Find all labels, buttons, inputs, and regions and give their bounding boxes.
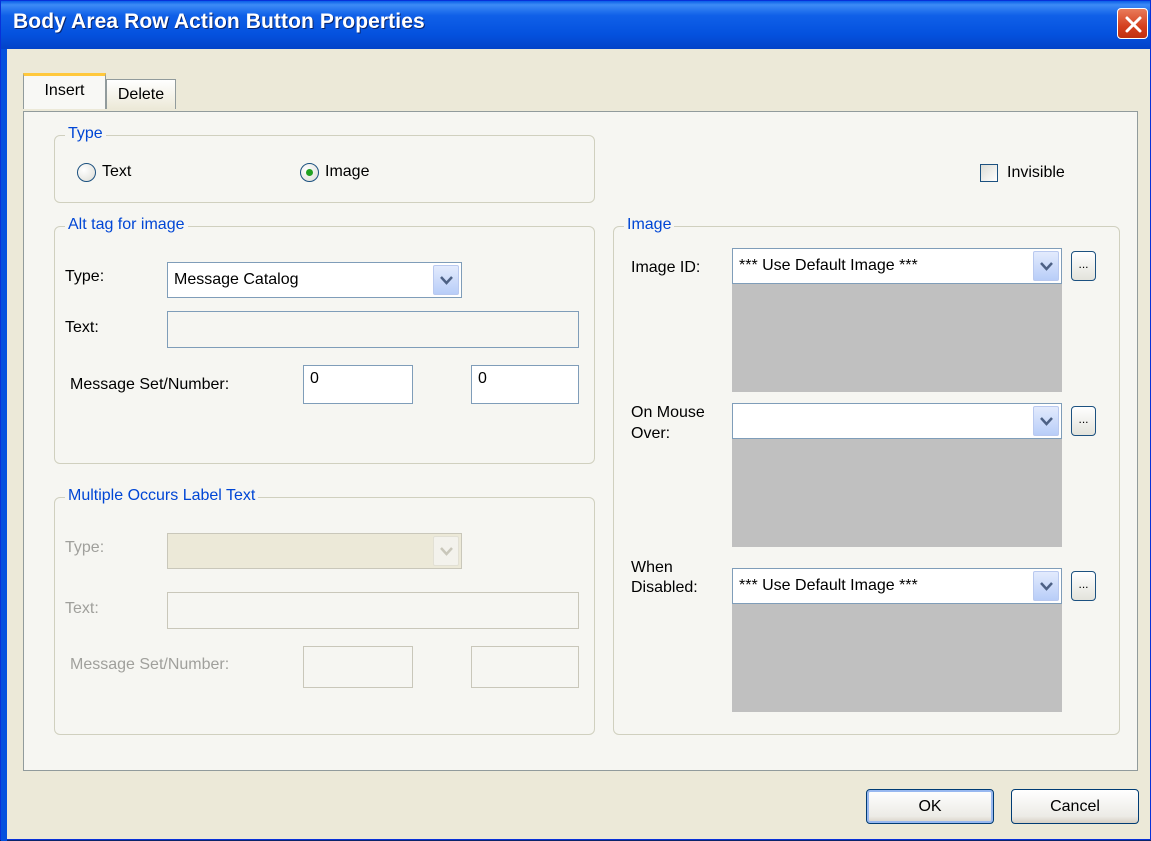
disabled-image-select[interactable]: *** Use Default Image *** [732, 568, 1062, 604]
disabled-image-browse-button[interactable]: ... [1071, 571, 1096, 601]
alt-tag-legend: Alt tag for image [65, 216, 188, 234]
invisible-label: Invisible [1007, 164, 1065, 181]
mouse-over-label-line2: Over: [631, 425, 671, 442]
title-bar[interactable]: Body Area Row Action Button Properties [1, 1, 1150, 49]
disabled-image-dropdown-button[interactable] [1033, 571, 1059, 601]
type-group: Type Text Image [54, 125, 595, 203]
image-group: Image Image ID: *** Use Default Image **… [613, 216, 1120, 735]
alt-message-set-input[interactable]: 0 [303, 365, 413, 404]
window-border [1, 49, 7, 841]
alt-type-value: Message Catalog [174, 271, 299, 288]
mo-text-input[interactable] [167, 592, 579, 629]
multiple-occurs-group: Multiple Occurs Label Text Type: Text: M… [54, 487, 595, 735]
image-id-browse-button[interactable]: ... [1071, 251, 1096, 281]
disabled-image-value: *** Use Default Image *** [739, 577, 918, 594]
ok-button[interactable]: OK [866, 789, 994, 824]
tab-insert[interactable]: Insert [23, 73, 106, 109]
mo-type-dropdown-button[interactable] [433, 536, 459, 566]
close-icon [1125, 16, 1142, 33]
chevron-down-icon [440, 276, 453, 285]
mouse-over-select[interactable] [732, 403, 1062, 439]
type-group-legend: Type [65, 125, 106, 143]
alt-message-label: Message Set/Number: [70, 376, 230, 393]
disabled-label-line1: When [631, 559, 673, 576]
image-id-label: Image ID: [631, 259, 701, 276]
disabled-label-line2: Disabled: [631, 579, 698, 596]
close-button[interactable] [1117, 8, 1148, 39]
mouse-over-label-line1: On Mouse [631, 404, 705, 421]
alt-message-number-input[interactable]: 0 [471, 365, 579, 404]
mo-type-select[interactable] [167, 533, 462, 569]
cancel-button[interactable]: Cancel [1011, 789, 1139, 824]
image-id-select[interactable]: *** Use Default Image *** [732, 248, 1062, 284]
image-id-preview [732, 284, 1062, 392]
mo-message-set-input[interactable] [303, 646, 413, 688]
mouse-over-dropdown-button[interactable] [1033, 406, 1059, 436]
alt-type-select[interactable]: Message Catalog [167, 262, 462, 298]
chevron-down-icon [1040, 582, 1053, 591]
image-id-value: *** Use Default Image *** [739, 257, 918, 274]
mo-message-label: Message Set/Number: [70, 656, 230, 673]
alt-text-input[interactable] [167, 311, 579, 348]
type-text-radio[interactable] [77, 163, 96, 182]
alt-text-label: Text: [65, 319, 99, 336]
alt-type-dropdown-button[interactable] [433, 265, 459, 295]
image-id-dropdown-button[interactable] [1033, 251, 1059, 281]
type-image-radio[interactable] [300, 163, 319, 182]
mo-type-label: Type: [65, 539, 105, 556]
multiple-occurs-legend: Multiple Occurs Label Text [65, 487, 259, 505]
mo-message-number-input[interactable] [471, 646, 579, 688]
type-image-label: Image [325, 163, 370, 180]
type-text-label: Text [102, 163, 132, 180]
chevron-down-icon [440, 547, 453, 556]
chevron-down-icon [1040, 262, 1053, 271]
chevron-down-icon [1040, 417, 1053, 426]
disabled-image-preview [732, 604, 1062, 712]
invisible-checkbox[interactable] [980, 164, 998, 182]
alt-tag-group: Alt tag for image Type: Message Catalog … [54, 216, 595, 464]
tab-delete[interactable]: Delete [106, 79, 176, 109]
image-group-legend: Image [624, 216, 675, 234]
mouse-over-preview [732, 439, 1062, 547]
window-title: Body Area Row Action Button Properties [13, 10, 425, 33]
mouse-over-browse-button[interactable]: ... [1071, 406, 1096, 436]
mo-text-label: Text: [65, 600, 99, 617]
dialog-window: Body Area Row Action Button Properties I… [0, 0, 1151, 841]
alt-type-label: Type: [65, 268, 105, 285]
tab-panel-insert: Type Text Image Invisible Alt tag for im… [23, 111, 1138, 771]
